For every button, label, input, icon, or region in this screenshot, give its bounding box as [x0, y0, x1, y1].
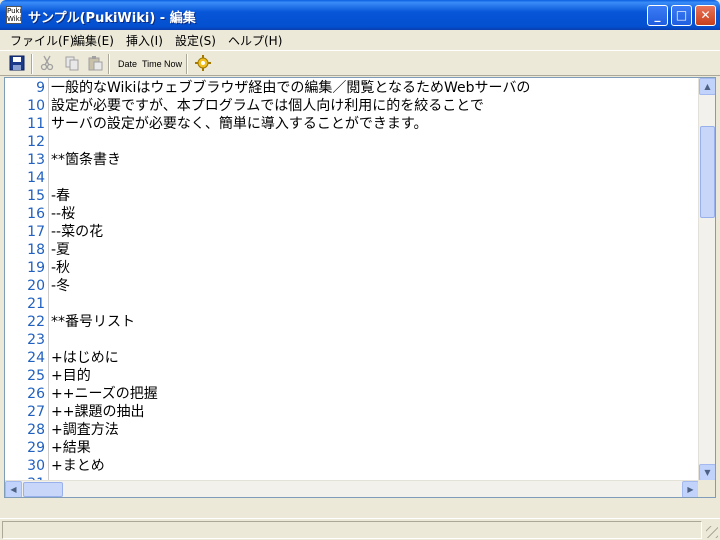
- menu-file[interactable]: ファイル(F): [10, 32, 74, 49]
- line-number: 20: [27, 278, 45, 294]
- editor-line[interactable]: 19 -秋: [5, 259, 699, 277]
- editor-line[interactable]: 16 --桜: [5, 205, 699, 223]
- line-number: 30: [27, 458, 45, 474]
- line-text[interactable]: +目的: [51, 367, 91, 385]
- toolbar: Date Time Now: [0, 50, 720, 76]
- status-pane: [2, 521, 702, 539]
- editor-line[interactable]: 28 +調査方法: [5, 421, 699, 439]
- line-text[interactable]: 設定が必要ですが、本プログラムでは個人向け利用に的を絞ることで: [51, 97, 484, 115]
- line-text[interactable]: ++課題の抽出: [51, 403, 144, 421]
- close-button[interactable]: ✕: [695, 5, 716, 26]
- status-bar: [0, 518, 720, 540]
- cut-icon[interactable]: [40, 55, 56, 73]
- line-text[interactable]: --桜: [51, 205, 75, 223]
- scroll-right-button[interactable]: ▶: [682, 481, 699, 497]
- copy-icon[interactable]: [64, 55, 80, 73]
- menu-edit[interactable]: 編集(E): [73, 32, 114, 49]
- editor-line[interactable]: 24 +はじめに: [5, 349, 699, 367]
- editor-line[interactable]: 20 -冬: [5, 277, 699, 295]
- line-number: 22: [27, 314, 45, 330]
- vertical-scroll-thumb[interactable]: [700, 126, 715, 218]
- paste-icon[interactable]: [87, 55, 103, 73]
- line-number: 25: [27, 368, 45, 384]
- line-text[interactable]: **番号リスト: [51, 313, 135, 331]
- editor-line[interactable]: 11 サーバの設定が必要なく、簡単に導入することができます。: [5, 115, 699, 133]
- scroll-down-button[interactable]: ▼: [699, 464, 715, 481]
- window-title: サンプル(PukiWiki) - 編集: [28, 11, 196, 26]
- line-text[interactable]: サーバの設定が必要なく、簡単に導入することができます。: [51, 115, 427, 133]
- line-number: 9: [36, 80, 45, 96]
- line-text[interactable]: ++ニーズの把握: [51, 385, 158, 403]
- toolbar-separator: [186, 54, 188, 74]
- save-icon[interactable]: [9, 55, 27, 73]
- line-number: 17: [27, 224, 45, 240]
- editor-line[interactable]: 21: [5, 295, 699, 313]
- line-number: 21: [27, 296, 45, 312]
- scroll-up-button[interactable]: ▲: [699, 78, 715, 95]
- insert-now-button[interactable]: Now: [164, 55, 182, 73]
- insert-date-button[interactable]: Date: [118, 55, 137, 73]
- menu-help[interactable]: ヘルプ(H): [228, 32, 282, 49]
- line-number: 26: [27, 386, 45, 402]
- horizontal-scrollbar[interactable]: ◀ ▶: [5, 480, 699, 497]
- editor-line[interactable]: 10 設定が必要ですが、本プログラムでは個人向け利用に的を絞ることで: [5, 97, 699, 115]
- maximize-button[interactable]: □: [671, 5, 692, 26]
- horizontal-scroll-thumb[interactable]: [23, 482, 63, 497]
- minimize-button[interactable]: _: [647, 5, 668, 26]
- menu-insert[interactable]: 挿入(I): [126, 32, 163, 49]
- editor-line[interactable]: 12: [5, 133, 699, 151]
- toolbar-separator: [31, 54, 33, 74]
- line-number: 29: [27, 440, 45, 456]
- line-text[interactable]: +はじめに: [51, 349, 119, 367]
- gear-icon[interactable]: [195, 55, 211, 73]
- scroll-left-button[interactable]: ◀: [5, 481, 22, 497]
- line-number: 23: [27, 332, 45, 348]
- line-number: 13: [27, 152, 45, 168]
- insert-time-button[interactable]: Time: [142, 55, 162, 73]
- line-number: 12: [27, 134, 45, 150]
- line-number: 27: [27, 404, 45, 420]
- line-text[interactable]: +結果: [51, 439, 91, 457]
- vertical-scrollbar[interactable]: ▲ ▼: [698, 78, 715, 481]
- line-number: 18: [27, 242, 45, 258]
- menu-settings[interactable]: 設定(S): [175, 32, 216, 49]
- title-bar[interactable]: Puki Wiki サンプル(PukiWiki) - 編集 _ □ ✕: [0, 0, 720, 30]
- line-number: 16: [27, 206, 45, 222]
- line-text[interactable]: -夏: [51, 241, 70, 259]
- editor-line[interactable]: 17 --菜の花: [5, 223, 699, 241]
- editor-line[interactable]: 15 -春: [5, 187, 699, 205]
- line-number: 14: [27, 170, 45, 186]
- line-text[interactable]: -秋: [51, 259, 70, 277]
- line-number: 19: [27, 260, 45, 276]
- resize-grip[interactable]: [706, 526, 718, 538]
- line-text[interactable]: **箇条書き: [51, 151, 121, 169]
- toolbar-separator: [108, 54, 110, 74]
- editor-line[interactable]: 14: [5, 169, 699, 187]
- editor-line[interactable]: 18 -夏: [5, 241, 699, 259]
- line-text[interactable]: +調査方法: [51, 421, 119, 439]
- editor-line[interactable]: 29 +結果: [5, 439, 699, 457]
- text-editor[interactable]: 9 一般的なWikiはウェブブラウザ経由での編集／閲覧となるためWebサーバの 10…: [4, 77, 716, 498]
- line-number: 11: [27, 116, 45, 132]
- editor-line[interactable]: 22 **番号リスト: [5, 313, 699, 331]
- editor-line[interactable]: 26 ++ニーズの把握: [5, 385, 699, 403]
- line-text[interactable]: -冬: [51, 277, 70, 295]
- line-number: 24: [27, 350, 45, 366]
- line-text[interactable]: --菜の花: [51, 223, 103, 241]
- menu-bar: ファイル(F) 編集(E) 挿入(I) 設定(S) ヘルプ(H): [0, 30, 720, 50]
- editor-line[interactable]: 9 一般的なWikiはウェブブラウザ経由での編集／閲覧となるためWebサーバの: [5, 79, 699, 97]
- line-text[interactable]: 一般的なWikiはウェブブラウザ経由での編集／閲覧となるためWebサーバの: [51, 79, 530, 97]
- scrollbar-corner: [698, 480, 715, 497]
- line-number: 28: [27, 422, 45, 438]
- app-icon[interactable]: Puki Wiki: [6, 6, 22, 24]
- editor-line[interactable]: 27 ++課題の抽出: [5, 403, 699, 421]
- line-text[interactable]: -春: [51, 187, 70, 205]
- editor-line[interactable]: 30 +まとめ: [5, 457, 699, 475]
- editor-line[interactable]: 13 **箇条書き: [5, 151, 699, 169]
- line-number: 15: [27, 188, 45, 204]
- line-text[interactable]: +まとめ: [51, 457, 105, 475]
- editor-line[interactable]: 25 +目的: [5, 367, 699, 385]
- editor-line[interactable]: 23: [5, 331, 699, 349]
- line-number: 10: [27, 98, 45, 114]
